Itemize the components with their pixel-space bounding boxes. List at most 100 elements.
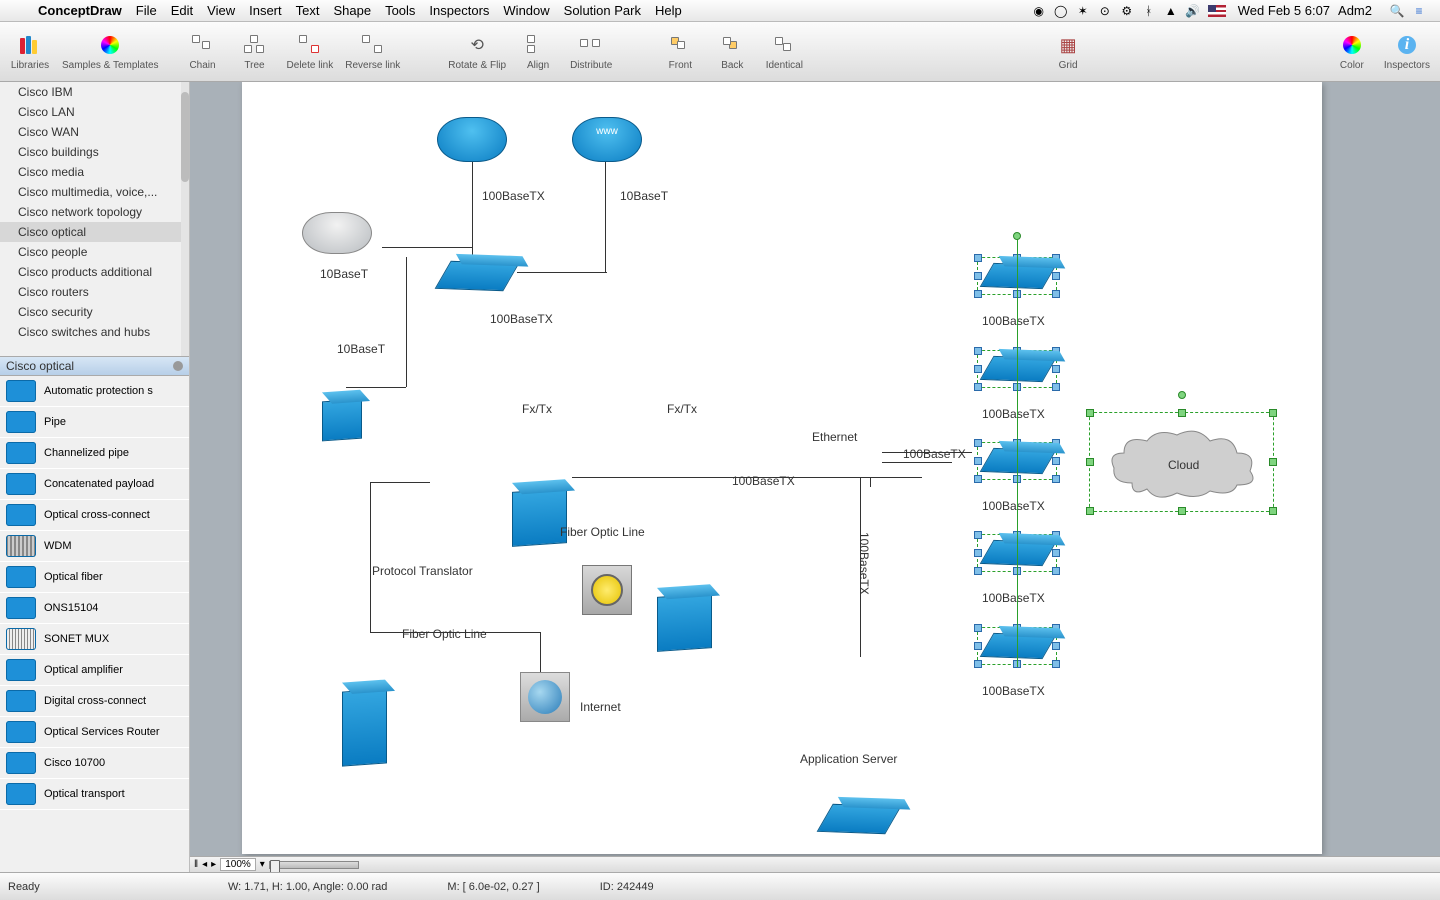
- cat-cisco-people[interactable]: Cisco people: [0, 242, 189, 262]
- selection-cloud[interactable]: Cloud: [1089, 412, 1274, 512]
- cat-cisco-security[interactable]: Cisco security: [0, 302, 189, 322]
- shape-item[interactable]: Optical Services Router: [0, 717, 189, 748]
- status-icon[interactable]: ✶: [1074, 4, 1092, 18]
- menu-window[interactable]: Window: [503, 3, 549, 18]
- shape-item[interactable]: Concatenated payload: [0, 469, 189, 500]
- menu-help[interactable]: Help: [655, 3, 682, 18]
- menu-shape[interactable]: Shape: [333, 3, 371, 18]
- canvas-area[interactable]: 100BaseTX 10BaseT 10BaseT 100BaseTX 10Ba…: [190, 82, 1440, 872]
- menu-file[interactable]: File: [136, 3, 157, 18]
- toolbar-libraries[interactable]: Libraries: [10, 32, 50, 71]
- library-category-list[interactable]: Cisco IBM Cisco LAN Cisco WAN Cisco buil…: [0, 82, 189, 356]
- shape-item[interactable]: WDM: [0, 531, 189, 562]
- toolbar-tree[interactable]: Tree: [235, 32, 275, 71]
- zoom-slider[interactable]: [269, 861, 359, 869]
- cat-cisco-products[interactable]: Cisco products additional: [0, 262, 189, 282]
- node-switch[interactable]: [980, 633, 1057, 659]
- rotation-handle-icon[interactable]: [1178, 391, 1186, 399]
- toolbar-align[interactable]: Align: [518, 32, 558, 71]
- toolbar-distribute[interactable]: Distribute: [570, 32, 612, 71]
- shape-item[interactable]: Cisco 10700: [0, 748, 189, 779]
- toolbar-back[interactable]: Back: [712, 32, 752, 71]
- canvas-page[interactable]: 100BaseTX 10BaseT 10BaseT 100BaseTX 10Ba…: [242, 82, 1322, 854]
- shape-item[interactable]: Optical fiber: [0, 562, 189, 593]
- node-switch[interactable]: [980, 540, 1057, 566]
- rotation-handle-icon[interactable]: [1013, 232, 1021, 240]
- spotlight-icon[interactable]: 🔍: [1388, 4, 1406, 18]
- volume-icon[interactable]: 🔊: [1184, 4, 1202, 18]
- node-cube[interactable]: [322, 399, 362, 442]
- node-protocol-translator[interactable]: [342, 688, 387, 766]
- page-nav-icon[interactable]: ‖: [194, 859, 198, 870]
- cat-cisco-switches[interactable]: Cisco switches and hubs: [0, 322, 189, 342]
- wifi-icon[interactable]: ▲: [1162, 4, 1180, 18]
- menubar-user[interactable]: Adm2: [1338, 3, 1372, 18]
- bluetooth-icon[interactable]: ᚼ: [1140, 4, 1158, 18]
- node-switch[interactable]: [817, 804, 902, 834]
- node-switch[interactable]: [435, 261, 520, 291]
- menu-text[interactable]: Text: [296, 3, 320, 18]
- menubar-clock[interactable]: Wed Feb 5 6:07: [1238, 3, 1330, 18]
- category-scrollbar[interactable]: [181, 82, 189, 356]
- shape-item[interactable]: Optical cross-connect: [0, 500, 189, 531]
- zoom-value[interactable]: 100%: [220, 858, 256, 871]
- node-fiber-optic[interactable]: [582, 565, 632, 615]
- toolbar-identical[interactable]: Identical: [764, 32, 804, 71]
- page-nav-icon[interactable]: ▸: [211, 859, 216, 870]
- cat-cisco-routers[interactable]: Cisco routers: [0, 282, 189, 302]
- toolbar-samples[interactable]: Samples & Templates: [62, 32, 159, 71]
- shape-item[interactable]: Digital cross-connect: [0, 686, 189, 717]
- cat-cisco-lan[interactable]: Cisco LAN: [0, 102, 189, 122]
- shape-item[interactable]: Optical amplifier: [0, 655, 189, 686]
- page-nav-icon[interactable]: ◂: [202, 859, 207, 870]
- shape-list[interactable]: Automatic protection s Pipe Channelized …: [0, 376, 189, 872]
- menu-inspectors[interactable]: Inspectors: [429, 3, 489, 18]
- cat-cisco-wan[interactable]: Cisco WAN: [0, 122, 189, 142]
- close-icon[interactable]: [173, 361, 183, 371]
- status-icon[interactable]: ⊙: [1096, 4, 1114, 18]
- toolbar-front[interactable]: Front: [660, 32, 700, 71]
- node-fxtx[interactable]: [657, 593, 712, 652]
- toolbar-chain[interactable]: Chain: [183, 32, 223, 71]
- label: 10BaseT: [620, 189, 668, 203]
- toolbar-inspectors[interactable]: iInspectors: [1384, 32, 1430, 71]
- menu-view[interactable]: View: [207, 3, 235, 18]
- zoom-dropdown-icon[interactable]: ▾: [260, 859, 265, 870]
- cat-cisco-optical[interactable]: Cisco optical: [0, 222, 189, 242]
- status-icon[interactable]: ⚙: [1118, 4, 1136, 18]
- node-fxtx[interactable]: [512, 488, 567, 547]
- node-router-www[interactable]: [572, 117, 642, 162]
- cat-cisco-media[interactable]: Cisco media: [0, 162, 189, 182]
- node-router-gray[interactable]: [302, 212, 372, 254]
- cat-cisco-topology[interactable]: Cisco network topology: [0, 202, 189, 222]
- menu-tools[interactable]: Tools: [385, 3, 415, 18]
- node-router-blue[interactable]: [437, 117, 507, 162]
- cat-cisco-buildings[interactable]: Cisco buildings: [0, 142, 189, 162]
- shape-item[interactable]: SONET MUX: [0, 624, 189, 655]
- cat-cisco-ibm[interactable]: Cisco IBM: [0, 82, 189, 102]
- toolbar-reverse-link[interactable]: Reverse link: [345, 32, 400, 71]
- toolbar-rotate-flip[interactable]: ⟲Rotate & Flip: [448, 32, 506, 71]
- shape-item[interactable]: Optical transport: [0, 779, 189, 810]
- toolbar-delete-link[interactable]: Delete link: [287, 32, 334, 71]
- toolbar-color[interactable]: Color: [1332, 32, 1372, 71]
- node-switch[interactable]: [980, 263, 1057, 289]
- node-switch[interactable]: [980, 356, 1057, 382]
- node-internet[interactable]: [520, 672, 570, 722]
- toolbar-grid[interactable]: ▦Grid: [1048, 32, 1088, 71]
- node-switch[interactable]: [980, 448, 1057, 474]
- cat-cisco-multimedia[interactable]: Cisco multimedia, voice,...: [0, 182, 189, 202]
- input-source-icon[interactable]: [1208, 5, 1226, 17]
- library-header[interactable]: Cisco optical: [0, 356, 189, 376]
- shape-item[interactable]: Pipe: [0, 407, 189, 438]
- status-icon[interactable]: ◉: [1030, 4, 1048, 18]
- shape-item[interactable]: ONS15104: [0, 593, 189, 624]
- menu-insert[interactable]: Insert: [249, 3, 282, 18]
- menu-solution-park[interactable]: Solution Park: [564, 3, 641, 18]
- notification-center-icon[interactable]: ≡: [1410, 4, 1428, 18]
- status-icon[interactable]: ◯: [1052, 4, 1070, 18]
- menu-edit[interactable]: Edit: [171, 3, 193, 18]
- app-name[interactable]: ConceptDraw: [38, 3, 122, 18]
- shape-item[interactable]: Automatic protection s: [0, 376, 189, 407]
- shape-item[interactable]: Channelized pipe: [0, 438, 189, 469]
